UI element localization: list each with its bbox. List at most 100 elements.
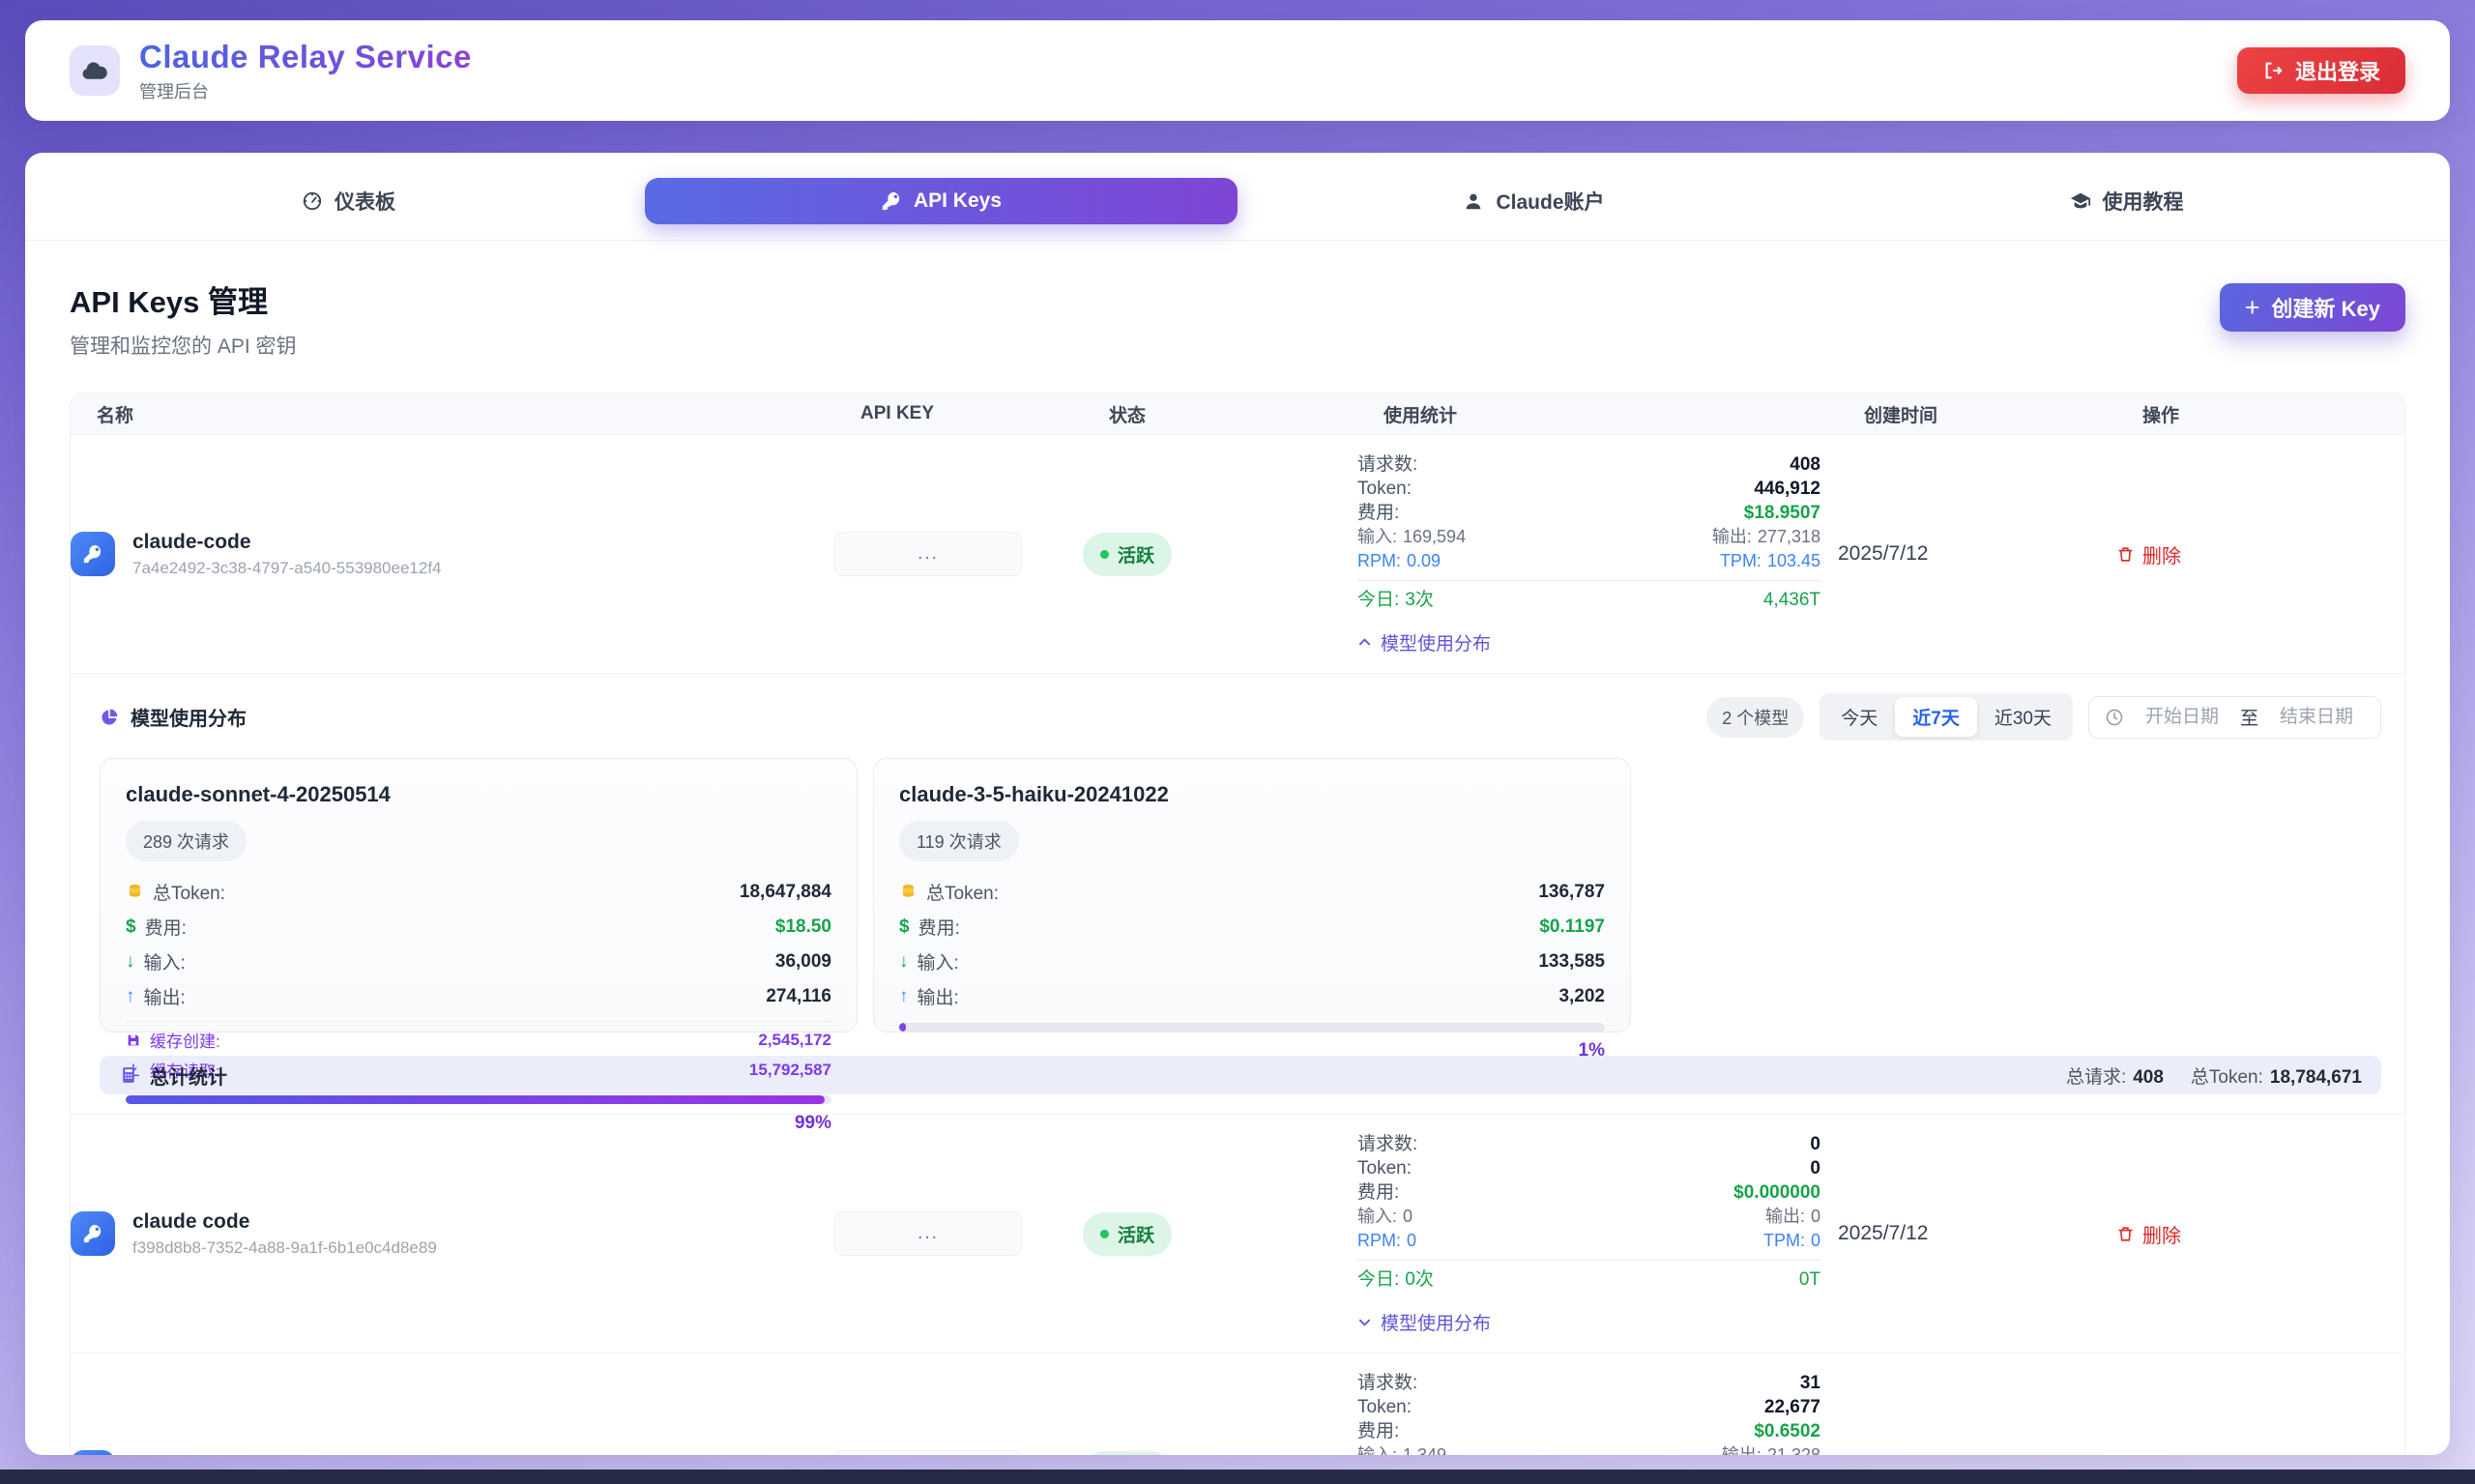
stat-value: 0 bbox=[1810, 1132, 1820, 1156]
masked-api-key[interactable]: ... bbox=[834, 532, 1022, 576]
stat-label: 输出: bbox=[1712, 525, 1752, 549]
usage-progress-fill bbox=[899, 1023, 906, 1032]
stat-value: 1,349 bbox=[1403, 1443, 1446, 1455]
cloud-icon bbox=[80, 56, 109, 85]
key-icon bbox=[881, 190, 902, 212]
stat-value: 0次 bbox=[1405, 1267, 1434, 1292]
model-stat-value: $0.1197 bbox=[1539, 917, 1605, 938]
coins-icon bbox=[899, 883, 917, 901]
tab-tutorial[interactable]: 使用教程 bbox=[1830, 178, 2423, 224]
model-distribution-label: 模型使用分布 bbox=[1381, 1309, 1491, 1335]
totals-values: 总请求:408 总Token: 18,784,671 bbox=[2066, 1062, 2362, 1089]
stat-requests: 请求数:0 bbox=[1357, 1132, 1820, 1156]
stat-label: 输出: bbox=[1765, 1205, 1805, 1229]
panel-title: 模型使用分布 bbox=[100, 703, 247, 731]
logout-button[interactable]: 退出登录 bbox=[2237, 47, 2405, 94]
stat-requests: 请求数: 408 bbox=[1357, 452, 1820, 477]
tab-claude-accounts[interactable]: Claude账户 bbox=[1238, 178, 1830, 224]
usage-percent: 99% bbox=[126, 1113, 831, 1134]
actions-cell: 删除 bbox=[2116, 1220, 2404, 1248]
status-badge: 活跃 bbox=[1083, 533, 1172, 576]
stat-input: 输入:0 bbox=[1357, 1205, 1412, 1229]
stat-rpm: RPM:0.09 bbox=[1357, 549, 1441, 573]
end-date-input[interactable] bbox=[2268, 706, 2365, 729]
table-row: aaa 50dd6db8-4df0-4d8e-a12b-95afb6e6fbcc… bbox=[71, 1353, 2404, 1455]
stat-value: 408 bbox=[1790, 452, 1820, 477]
dollar-icon: $ bbox=[899, 917, 910, 938]
stat-value: 0 bbox=[1810, 1156, 1820, 1180]
col-header-apikey: API KEY bbox=[860, 403, 1109, 424]
start-date-input[interactable] bbox=[2134, 706, 2230, 729]
tab-dashboard[interactable]: 仪表板 bbox=[52, 178, 645, 224]
delete-label: 删除 bbox=[2142, 540, 2181, 568]
create-key-button[interactable]: + 创建新 Key bbox=[2220, 283, 2405, 332]
filter-today[interactable]: 今天 bbox=[1823, 697, 1895, 737]
stat-value: 0 bbox=[1407, 1229, 1416, 1253]
stat-value: 0.09 bbox=[1407, 549, 1441, 573]
stat-requests: 请求数:31 bbox=[1357, 1371, 1820, 1395]
stat-tpm: TPM:103.45 bbox=[1720, 549, 1820, 573]
stat-value: 0 bbox=[1811, 1205, 1820, 1229]
panel-controls: 2 个模型 今天 近7天 近30天 至 bbox=[1706, 693, 2381, 741]
stat-label: 输入: bbox=[1357, 1205, 1397, 1229]
usage-stats-cell: 请求数:0 Token:0 费用:$0.000000 输入:0 输出:0 RPM… bbox=[1357, 1132, 1838, 1335]
model-distribution-toggle[interactable]: 模型使用分布 bbox=[1357, 629, 1491, 655]
stats-divider bbox=[1357, 1260, 1820, 1261]
model-name: claude-sonnet-4-20250514 bbox=[126, 782, 831, 807]
page-head-text: API Keys 管理 管理和监控您的 API 密钥 bbox=[70, 277, 297, 360]
key-name-block: claude-code 7a4e2492-3c38-4797-a540-5539… bbox=[132, 531, 442, 578]
totals-token-value: 18,784,671 bbox=[2270, 1067, 2362, 1089]
stat-label: 今日: bbox=[1357, 588, 1399, 612]
delete-button[interactable]: 删除 bbox=[2116, 1220, 2181, 1248]
stat-label: 请求数: bbox=[1357, 1371, 1417, 1395]
actions-cell: 删除 bbox=[2116, 540, 2404, 568]
model-requests-badge: 289 次请求 bbox=[126, 821, 247, 861]
model-output-row: ↑输出: 274,116 bbox=[126, 983, 831, 1009]
tab-api-keys[interactable]: API Keys bbox=[645, 178, 1238, 224]
model-stat-label: 缓存创建: bbox=[126, 1028, 220, 1052]
filter-30days[interactable]: 近30天 bbox=[1977, 697, 2069, 737]
model-stat-value: 2,545,172 bbox=[758, 1031, 831, 1050]
status-dot-icon bbox=[1100, 550, 1109, 559]
model-stat-label: 总Token: bbox=[899, 879, 999, 905]
model-stat-label-text: 总Token: bbox=[153, 879, 225, 905]
key-name-cell: claude-code 7a4e2492-3c38-4797-a540-5539… bbox=[71, 531, 834, 578]
stat-label: 请求数: bbox=[1357, 452, 1417, 477]
trash-icon bbox=[2116, 545, 2135, 564]
masked-api-key[interactable]: ... bbox=[834, 1211, 1022, 1256]
filter-7days[interactable]: 近7天 bbox=[1895, 697, 1977, 737]
floppy-disk-icon bbox=[126, 1033, 141, 1048]
totals-requests: 总请求:408 bbox=[2066, 1062, 2164, 1089]
stat-token: Token:0 bbox=[1357, 1156, 1820, 1180]
model-count-badge: 2 个模型 bbox=[1706, 697, 1804, 738]
stat-label: TPM: bbox=[1763, 1229, 1805, 1253]
user-icon bbox=[1463, 190, 1484, 212]
stat-label: 输入: bbox=[1357, 525, 1397, 549]
model-stat-label: 总Token: bbox=[126, 879, 225, 905]
model-total-token-row: 总Token: 136,787 bbox=[899, 879, 1605, 905]
totals-title: 总计统计 bbox=[119, 1062, 227, 1090]
time-range-segmented: 今天 近7天 近30天 bbox=[1820, 693, 2073, 741]
delete-button[interactable]: 删除 bbox=[2116, 540, 2181, 568]
model-input-row: ↓输入: 36,009 bbox=[126, 948, 831, 975]
brand: Claude Relay Service 管理后台 bbox=[70, 39, 472, 103]
usage-percent: 1% bbox=[899, 1040, 1605, 1062]
model-distribution-toggle[interactable]: 模型使用分布 bbox=[1357, 1309, 1491, 1335]
plus-icon: + bbox=[2245, 295, 2260, 321]
stat-today-tokens: 0T bbox=[1799, 1267, 1820, 1292]
usage-stats-cell: 请求数:408 Token:446,912 费用:$18.9507 输入:169… bbox=[1357, 452, 1838, 655]
masked-api-key[interactable]: ... bbox=[834, 1450, 1022, 1455]
model-card-divider bbox=[126, 1021, 831, 1022]
key-id: f398d8b8-7352-4a88-9a1f-6b1e0c4d8e89 bbox=[132, 1238, 437, 1258]
model-stat-value: 18,647,884 bbox=[740, 882, 831, 903]
status-label: 活跃 bbox=[1118, 541, 1154, 567]
app-subtitle: 管理后台 bbox=[139, 78, 472, 103]
cache-read-row: 缓存读取: 15,792,587 bbox=[126, 1058, 831, 1082]
nav-tabs: 仪表板 API Keys Claude账户 使用教程 bbox=[25, 153, 2450, 241]
stat-label: TPM: bbox=[1720, 549, 1762, 573]
stat-value: 0 bbox=[1403, 1205, 1412, 1229]
create-key-label: 创建新 Key bbox=[2272, 292, 2380, 323]
key-name: claude code bbox=[132, 1210, 437, 1234]
stat-label: RPM: bbox=[1357, 549, 1401, 573]
totals-token-label: 总Token: bbox=[2191, 1062, 2263, 1089]
